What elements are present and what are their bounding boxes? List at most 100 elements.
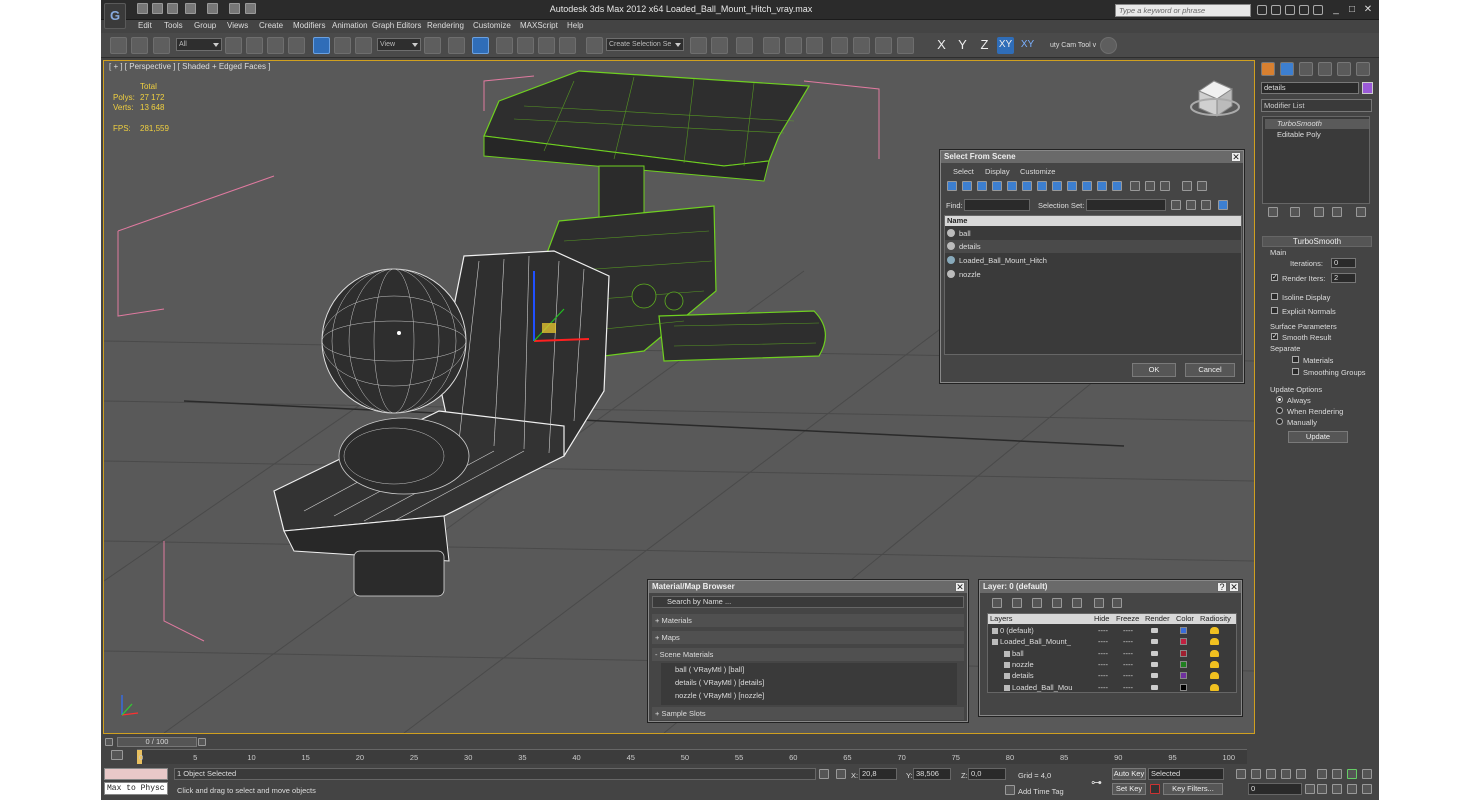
find-input[interactable] <box>964 199 1030 211</box>
display-xrefs-icon[interactable] <box>1052 181 1062 191</box>
modifier-list-dropdown[interactable]: Modifier List <box>1261 99 1372 112</box>
layer-close-button[interactable]: ✕ <box>1229 582 1239 592</box>
column-layers[interactable]: Layers <box>990 614 1013 624</box>
stack-item-editable-poly[interactable]: Editable Poly <box>1265 130 1369 140</box>
schematic-view-icon[interactable] <box>806 37 823 54</box>
layer-row[interactable]: Loaded_Ball_Mount_ ---- ---- <box>988 636 1236 647</box>
axis-y-button[interactable]: Y <box>954 37 971 54</box>
select-manipulate-icon[interactable] <box>448 37 465 54</box>
motion-tab-icon[interactable] <box>1318 62 1332 76</box>
column-header-name[interactable]: Name <box>945 216 1241 226</box>
material-item-nozzle[interactable]: nozzle ( VRayMtl ) [nozzle] <box>661 689 957 702</box>
display-none-icon[interactable] <box>1145 181 1155 191</box>
display-hidden-icon[interactable] <box>1112 181 1122 191</box>
display-frozen-icon[interactable] <box>1097 181 1107 191</box>
scene-item-details[interactable]: details <box>945 240 1241 253</box>
select-object-icon[interactable] <box>225 37 242 54</box>
hide-all-icon[interactable] <box>1094 598 1104 608</box>
select-invert-icon[interactable] <box>1201 200 1211 210</box>
auto-key-button[interactable]: Auto Key <box>1112 768 1146 780</box>
orbit-icon[interactable] <box>1347 784 1357 794</box>
menu-help[interactable]: Help <box>567 21 583 30</box>
lock-selection-icon[interactable] <box>819 769 829 779</box>
display-bones-icon[interactable] <box>1067 181 1077 191</box>
x-coord-field[interactable]: 20,8 <box>859 768 897 780</box>
maximize-viewport-icon[interactable] <box>1362 784 1372 794</box>
play-icon[interactable] <box>1266 769 1276 779</box>
next-key-icon[interactable] <box>1281 769 1291 779</box>
filter-icon[interactable] <box>1182 181 1192 191</box>
layer-manager-icon[interactable] <box>736 37 753 54</box>
display-groups-icon[interactable] <box>1037 181 1047 191</box>
field-of-view-icon[interactable] <box>1317 784 1327 794</box>
curve-editor-mini-icon[interactable] <box>111 750 123 760</box>
viewport-label[interactable]: [ + ] [ Perspective ] [ Shaded + Edged F… <box>109 62 270 71</box>
radiosity-icon[interactable] <box>1210 638 1219 646</box>
iterations-spinner[interactable]: 0 <box>1331 258 1356 268</box>
select-all-icon[interactable] <box>1171 200 1181 210</box>
pin-stack-icon[interactable] <box>1268 207 1278 217</box>
new-icon[interactable] <box>137 3 148 14</box>
highlight-layer-icon[interactable] <box>1072 598 1082 608</box>
goto-start-icon[interactable] <box>1236 769 1246 779</box>
select-by-name-icon[interactable] <box>246 37 263 54</box>
render-production-icon[interactable] <box>897 37 914 54</box>
unlink-icon[interactable] <box>131 37 148 54</box>
make-unique-icon[interactable] <box>1314 207 1324 217</box>
goto-end-icon[interactable] <box>1296 769 1306 779</box>
when-rendering-radio[interactable] <box>1276 407 1283 414</box>
display-all-icon[interactable] <box>1130 181 1140 191</box>
material-search-input[interactable]: Search by Name ... <box>652 596 964 608</box>
axis-xy-cycle-button[interactable]: XY <box>1019 37 1036 54</box>
y-coord-field[interactable]: 38,506 <box>913 768 951 780</box>
maps-section[interactable]: + Maps <box>652 631 964 644</box>
isoline-display-checkbox[interactable] <box>1271 293 1278 300</box>
menu-rendering[interactable]: Rendering <box>427 21 464 30</box>
align-icon[interactable] <box>711 37 728 54</box>
column-freeze[interactable]: Freeze <box>1116 614 1139 624</box>
set-key-button[interactable]: Set Key <box>1112 783 1146 795</box>
layer-color-swatch[interactable] <box>1180 649 1187 657</box>
sfs-menu-select[interactable]: Select <box>953 167 974 176</box>
cancel-button[interactable]: Cancel <box>1185 363 1235 377</box>
column-hide[interactable]: Hide <box>1094 614 1109 624</box>
always-radio[interactable] <box>1276 396 1283 403</box>
utilities-tab-icon[interactable] <box>1356 62 1370 76</box>
menu-create[interactable]: Create <box>259 21 283 30</box>
bind-space-warp-icon[interactable] <box>153 37 170 54</box>
column-render[interactable]: Render <box>1145 614 1170 624</box>
select-none-icon[interactable] <box>1186 200 1196 210</box>
mirror-icon[interactable] <box>690 37 707 54</box>
material-item-ball[interactable]: ball ( VRayMtl ) [ball] <box>661 663 957 676</box>
radiosity-icon[interactable] <box>1210 672 1219 680</box>
hierarchy-tab-icon[interactable] <box>1299 62 1313 76</box>
scene-item-nozzle[interactable]: nozzle <box>945 268 1241 281</box>
menu-graph-editors[interactable]: Graph Editors <box>372 21 421 30</box>
time-tag-icon[interactable] <box>1005 785 1015 795</box>
selection-filter-dropdown[interactable]: All <box>176 38 222 51</box>
sfs-menu-display[interactable]: Display <box>985 167 1010 176</box>
menu-modifiers[interactable]: Modifiers <box>293 21 325 30</box>
search-icon[interactable] <box>1257 5 1267 15</box>
keyboard-shortcut-toggle-icon[interactable] <box>472 37 489 54</box>
curve-editor-icon[interactable] <box>785 37 802 54</box>
layer-row[interactable]: 0 (default) ---- ---- <box>988 625 1236 636</box>
radiosity-icon[interactable] <box>1210 660 1219 668</box>
scene-item-loaded-ball-mount-hitch[interactable]: Loaded_Ball_Mount_Hitch <box>945 254 1241 267</box>
create-layer-icon[interactable] <box>992 598 1002 608</box>
key-icon[interactable]: ⊶ <box>1091 776 1107 789</box>
show-end-result-icon[interactable] <box>1290 207 1300 217</box>
material-editor-icon[interactable] <box>831 37 848 54</box>
viewcube-icon[interactable] <box>1190 80 1240 117</box>
z-coord-field[interactable]: 0,0 <box>968 768 1006 780</box>
menu-edit[interactable]: Edit <box>138 21 152 30</box>
teapot-icon[interactable] <box>1151 650 1158 656</box>
object-name-field[interactable]: details <box>1261 82 1359 94</box>
menu-customize[interactable]: Customize <box>473 21 511 30</box>
app-logo-icon[interactable]: G <box>104 3 126 29</box>
turbosmooth-rollout-header[interactable]: TurboSmooth <box>1262 236 1372 247</box>
selection-set-dropdown[interactable] <box>1086 199 1166 211</box>
sfs-menu-customize[interactable]: Customize <box>1020 167 1055 176</box>
set-key-mode-icon[interactable] <box>1150 784 1160 794</box>
maxscript-listener[interactable]: Max to Physc <box>104 782 168 795</box>
